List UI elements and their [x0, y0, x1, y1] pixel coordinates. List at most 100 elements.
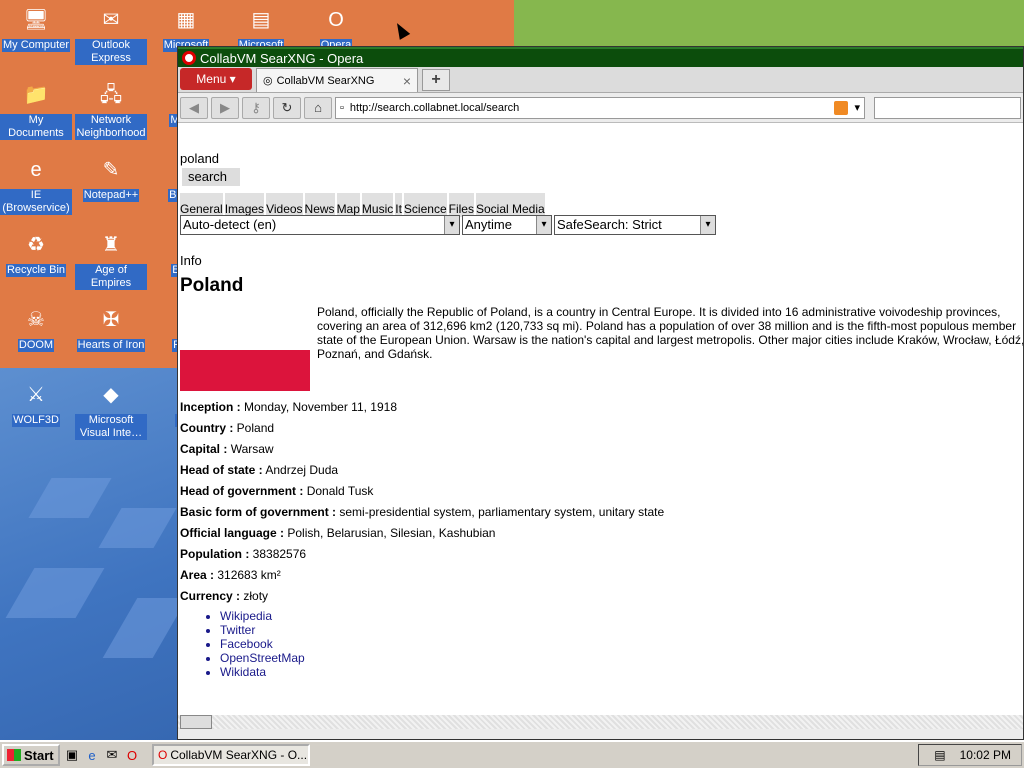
desktop-icon[interactable]: e IE (Browservice) [0, 154, 72, 215]
show-desktop-icon[interactable]: ▣ [64, 747, 80, 763]
aoe-icon: ♜ [102, 233, 120, 256]
desktop-icon-label: My Computer [1, 39, 71, 52]
attribute-key: Head of government : [180, 484, 304, 498]
desktop-icon[interactable]: ◆ Microsoft Visual Inte… [75, 379, 147, 440]
desktop-icon[interactable]: ✎ Notepad++ [75, 154, 147, 202]
desktop-icon-label: Recycle Bin [5, 264, 67, 277]
safesearch-select[interactable]: SafeSearch: Strict [554, 215, 716, 235]
page-content: poland search General Images Videos News Map… [180, 151, 1023, 713]
home-icon[interactable]: ⌂ [304, 96, 332, 119]
tab-bar: Menu ▾ ◎ CollabVM SearXNG × + [178, 67, 1023, 93]
desktop-icon[interactable]: ⚔ WOLF3D [0, 379, 72, 427]
infobox-attribute: Inception : Monday, November 11, 1918 [180, 397, 664, 418]
desktop-icon-label: Notepad++ [82, 189, 140, 202]
category-tab[interactable]: It [395, 193, 402, 217]
infobox-link[interactable]: Facebook [220, 637, 305, 651]
ie-quicklaunch-icon[interactable]: e [84, 747, 100, 763]
opera-quicklaunch-icon[interactable]: O [124, 747, 140, 763]
desktop-icon-label: My Documents [0, 114, 72, 140]
back-icon[interactable]: ◀ [180, 96, 208, 119]
desktop-icon[interactable]: ✠ Hearts of Iron [75, 304, 147, 352]
infobox-attribute: Capital : Warsaw [180, 439, 664, 460]
attribute-value: Monday, November 11, 1918 [244, 400, 397, 414]
desktop-icon[interactable]: ▤ Microsoft [225, 4, 297, 52]
ie-icon: e [30, 158, 42, 181]
rss-icon[interactable] [834, 100, 849, 115]
attribute-value: 38382576 [252, 547, 307, 561]
attribute-key: Inception : [180, 400, 241, 414]
attribute-key: Head of state : [180, 463, 263, 477]
infobox-attribute: Country : Poland [180, 418, 664, 439]
wand-key-icon[interactable]: ⚷ [242, 96, 270, 119]
status-bar [178, 729, 1023, 739]
desktop-icon[interactable]: ♜ Age of Empires [75, 229, 147, 290]
wolf3d-icon: ⚔ [27, 383, 45, 406]
desktop-icon[interactable]: O Opera [300, 4, 372, 52]
reload-icon[interactable]: ↻ [273, 96, 301, 119]
desktop-icon[interactable]: ▦ Microsoft [150, 4, 222, 52]
address-bar[interactable]: ▫ http://search.collabnet.local/search ▾ [335, 96, 865, 119]
window-title: CollabVM SearXNG - Opera [200, 50, 364, 66]
new-tab-button[interactable]: + [422, 69, 450, 91]
page-icon: ▫ [340, 101, 344, 114]
attribute-value: Warsaw [230, 442, 274, 456]
infobox-link[interactable]: Wikipedia [220, 609, 305, 623]
infobox-link[interactable]: OpenStreetMap [220, 651, 305, 665]
clock[interactable]: 10:02 PM [960, 748, 1011, 762]
category-tab[interactable]: Map [336, 193, 360, 217]
address-dropdown-icon[interactable]: ▾ [854, 101, 860, 114]
desktop-icon-label: WOLF3D [12, 414, 60, 427]
infobox-attribute: Currency : złoty [180, 586, 664, 607]
tab-collabvm-searxng[interactable]: ◎ CollabVM SearXNG × [256, 68, 418, 92]
visual-interdev-icon: ◆ [103, 383, 119, 406]
info-heading: Info [180, 253, 202, 268]
desktop-icon[interactable]: 🖥 My Computer [0, 4, 72, 52]
category-tab[interactable]: Images [224, 193, 265, 217]
category-tab[interactable]: Social Media [475, 193, 545, 217]
infobox-link[interactable]: Wikidata [220, 665, 305, 679]
category-tab[interactable]: Science [403, 193, 447, 217]
doom-icon: ☠ [27, 308, 45, 331]
desktop-icon[interactable]: ☠ DOOM [0, 304, 72, 352]
infobox-attribute: Area : 312683 km² [180, 565, 664, 586]
category-tab[interactable]: Music [361, 193, 394, 217]
time-range-select[interactable]: Anytime [462, 215, 552, 235]
computer-icon: 🖥 [23, 8, 49, 31]
category-tab[interactable]: News [304, 193, 335, 217]
outlook-icon: ✉ [102, 8, 120, 31]
infobox-attribute: Head of state : Andrzej Duda [180, 460, 664, 481]
desktop-icon-label: DOOM [17, 339, 55, 352]
horizontal-scrollbar[interactable] [178, 715, 1023, 729]
tab-label: CollabVM SearXNG [276, 74, 375, 87]
window-titlebar[interactable]: CollabVM SearXNG - Opera [178, 47, 1023, 67]
opera-menu-button[interactable]: Menu ▾ [180, 68, 252, 90]
start-button[interactable]: Start [2, 744, 60, 766]
desktop-icon[interactable]: 📁 My Documents [0, 79, 72, 140]
desktop-icon-label: Network Neighborhood [75, 114, 147, 140]
search-button[interactable]: search [182, 168, 240, 186]
language-select[interactable]: Auto-detect (en) [180, 215, 460, 235]
tab-close-icon[interactable]: × [403, 73, 411, 89]
search-query-input[interactable]: poland [180, 151, 219, 166]
infobox-attribute: Basic form of government : semi-presiden… [180, 502, 664, 523]
network-tray-icon[interactable]: ▤ [934, 748, 945, 762]
opera-window: CollabVM SearXNG - Opera Menu ▾ ◎ Collab… [177, 46, 1024, 740]
scrollbar-thumb[interactable] [180, 715, 212, 729]
category-tab[interactable]: Videos [266, 193, 303, 217]
category-tab[interactable]: General [180, 193, 223, 217]
infobox-attribute: Head of government : Donald Tusk [180, 481, 664, 502]
attribute-value: Donald Tusk [306, 484, 374, 498]
forward-icon[interactable]: ▶ [211, 96, 239, 119]
search-field[interactable] [874, 96, 1021, 119]
category-tab[interactable]: Files [448, 193, 474, 217]
infobox-link[interactable]: Twitter [220, 623, 305, 637]
outlook-quicklaunch-icon[interactable]: ✉ [104, 747, 120, 763]
notepad-icon: ✎ [102, 158, 120, 181]
desktop-icon[interactable]: 🖧 Network Neighborhood [75, 79, 147, 140]
desktop-icon[interactable]: ✉ Outlook Express [75, 4, 147, 65]
attribute-value: Poland [236, 421, 275, 435]
attribute-value: 312683 km² [217, 568, 281, 582]
desktop-icon[interactable]: ♻ Recycle Bin [0, 229, 72, 277]
taskbar-opera-window-button[interactable]: O CollabVM SearXNG - O... [152, 744, 310, 766]
infobox-title: Poland [180, 275, 244, 296]
